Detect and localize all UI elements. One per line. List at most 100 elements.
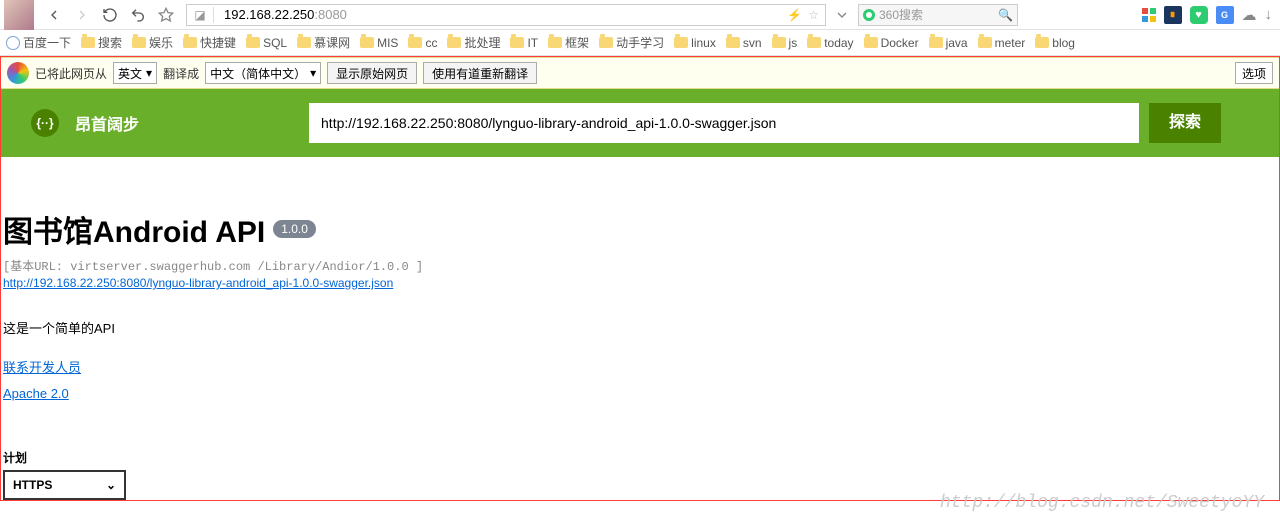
bookmark-item[interactable]: SQL bbox=[246, 36, 287, 50]
explore-label: 探索 bbox=[1169, 114, 1201, 132]
bookmark-item[interactable]: 搜索 bbox=[81, 34, 122, 51]
undo-button[interactable] bbox=[126, 3, 150, 27]
bookmarks-bar: 百度一下 搜索 娱乐 快捷键 SQL 慕课网 MIS cc 批处理 IT 框架 … bbox=[0, 30, 1280, 56]
bookmark-label: 快捷键 bbox=[200, 34, 236, 51]
schemes-label: 计划 bbox=[3, 449, 1277, 466]
from-lang-value: 英文 bbox=[118, 65, 142, 82]
folder-icon bbox=[1035, 37, 1049, 48]
swagger-brand: 昂首阔步 bbox=[75, 111, 139, 135]
folder-icon bbox=[807, 37, 821, 48]
folder-icon bbox=[548, 37, 562, 48]
bookmark-item[interactable]: IT bbox=[510, 36, 538, 50]
bookmark-label: SQL bbox=[263, 36, 287, 50]
to-language-select[interactable]: 中文（简体中文）▾ bbox=[205, 62, 321, 84]
spec-link[interactable]: http://192.168.22.250:8080/lynguo-librar… bbox=[3, 276, 393, 290]
bookmark-label: IT bbox=[527, 36, 538, 50]
bookmark-item[interactable]: cc bbox=[408, 36, 437, 50]
bookmark-label: 框架 bbox=[565, 34, 589, 51]
bookmark-label: 娱乐 bbox=[149, 34, 173, 51]
folder-icon bbox=[510, 37, 524, 48]
bookmark-item[interactable]: linux bbox=[674, 36, 716, 50]
api-description: 这是一个简单的API bbox=[3, 318, 1279, 337]
schemes-select[interactable]: HTTPS ⌄ bbox=[3, 470, 126, 500]
bookmark-label: today bbox=[824, 36, 853, 50]
bookmark-item[interactable]: 娱乐 bbox=[132, 34, 173, 51]
bookmark-item[interactable]: Docker bbox=[864, 36, 919, 50]
folder-icon bbox=[183, 37, 197, 48]
folder-icon bbox=[297, 37, 311, 48]
contact-link[interactable]: 联系开发人员 bbox=[3, 357, 81, 376]
folder-icon bbox=[408, 37, 422, 48]
bookmark-item[interactable]: 慕课网 bbox=[297, 34, 350, 51]
apps-icon[interactable] bbox=[1142, 8, 1156, 22]
translate-options-button[interactable]: 选项 bbox=[1235, 62, 1273, 84]
site-info-icon[interactable]: ◪ bbox=[191, 6, 209, 24]
translate-prefix: 已将此网页从 bbox=[35, 65, 107, 82]
bookmark-item[interactable]: 百度一下 bbox=[6, 34, 71, 51]
search-engine-icon bbox=[863, 9, 875, 21]
search-icon[interactable]: 🔍 bbox=[998, 8, 1013, 22]
spec-url-input[interactable] bbox=[309, 103, 1139, 143]
folder-icon bbox=[929, 37, 943, 48]
ext-icon-1[interactable]: ∎ bbox=[1164, 6, 1182, 24]
chevron-down-icon: ▾ bbox=[146, 66, 152, 80]
license-link[interactable]: Apache 2.0 bbox=[3, 386, 69, 401]
dropdown-icon[interactable] bbox=[830, 3, 854, 27]
star-icon[interactable] bbox=[154, 3, 178, 27]
bookmark-item[interactable]: js bbox=[772, 36, 798, 50]
from-language-select[interactable]: 英文 ▾ bbox=[113, 62, 157, 84]
bookmark-star-icon[interactable]: ☆ bbox=[808, 8, 825, 22]
bookmark-item[interactable]: today bbox=[807, 36, 853, 50]
bookmark-item[interactable]: 快捷键 bbox=[183, 34, 236, 51]
retranslate-button[interactable]: 使用有道重新翻译 bbox=[423, 62, 537, 84]
explore-button[interactable]: 探索 bbox=[1149, 103, 1221, 143]
address-bar[interactable]: ◪ 192.168.22.250:8080 ⚡ ☆ bbox=[186, 4, 826, 26]
browser-toolbar: ◪ 192.168.22.250:8080 ⚡ ☆ 360搜索 🔍 ∎ ♥ G … bbox=[0, 0, 1280, 30]
bookmark-label: 百度一下 bbox=[23, 34, 71, 51]
bookmark-label: blog bbox=[1052, 36, 1075, 50]
bookmark-item[interactable]: blog bbox=[1035, 36, 1075, 50]
bookmark-item[interactable]: 框架 bbox=[548, 34, 589, 51]
bookmark-item[interactable]: java bbox=[929, 36, 968, 50]
folder-icon bbox=[81, 37, 95, 48]
folder-icon bbox=[772, 37, 786, 48]
folder-icon bbox=[246, 37, 260, 48]
folder-icon bbox=[360, 37, 374, 48]
chevron-down-icon: ⌄ bbox=[106, 478, 116, 492]
bookmark-label: meter bbox=[995, 36, 1026, 50]
schemes-value: HTTPS bbox=[13, 478, 52, 492]
folder-icon bbox=[864, 37, 878, 48]
bookmark-item[interactable]: MIS bbox=[360, 36, 398, 50]
translate-ext-icon[interactable]: G bbox=[1216, 6, 1234, 24]
search-input[interactable]: 360搜索 🔍 bbox=[858, 4, 1018, 26]
version-badge: 1.0.0 bbox=[273, 220, 316, 238]
bookmark-label: 慕课网 bbox=[314, 34, 350, 51]
forward-button[interactable] bbox=[70, 3, 94, 27]
api-title: 图书馆Android API 1.0.0 bbox=[3, 207, 1279, 251]
bookmark-label: cc bbox=[425, 36, 437, 50]
bookmark-item[interactable]: 动手学习 bbox=[599, 34, 664, 51]
bookmark-label: js bbox=[789, 36, 798, 50]
folder-icon bbox=[447, 37, 461, 48]
url-text: 192.168.22.250:8080 bbox=[218, 7, 347, 22]
base-url: [基本URL: virtserver.swaggerhub.com /Libra… bbox=[3, 257, 1279, 274]
shield-icon[interactable]: ♥ bbox=[1190, 6, 1208, 24]
search-placeholder: 360搜索 bbox=[879, 6, 923, 23]
bookmark-item[interactable]: 批处理 bbox=[447, 34, 500, 51]
flash-icon[interactable]: ⚡ bbox=[787, 8, 808, 22]
bookmark-label: MIS bbox=[377, 36, 398, 50]
download-icon[interactable]: ↓ bbox=[1265, 6, 1273, 23]
bookmark-item[interactable]: svn bbox=[726, 36, 762, 50]
globe-icon bbox=[6, 36, 20, 50]
back-button[interactable] bbox=[42, 3, 66, 27]
schemes-section: 计划 HTTPS ⌄ bbox=[1, 449, 1279, 500]
cloud-icon[interactable]: ☁ bbox=[1242, 6, 1257, 24]
folder-icon bbox=[599, 37, 613, 48]
bookmark-item[interactable]: meter bbox=[978, 36, 1026, 50]
folder-icon bbox=[674, 37, 688, 48]
bookmark-label: java bbox=[946, 36, 968, 50]
bookmark-label: Docker bbox=[881, 36, 919, 50]
reload-button[interactable] bbox=[98, 3, 122, 27]
bookmark-label: 动手学习 bbox=[616, 34, 664, 51]
show-original-button[interactable]: 显示原始网页 bbox=[327, 62, 417, 84]
